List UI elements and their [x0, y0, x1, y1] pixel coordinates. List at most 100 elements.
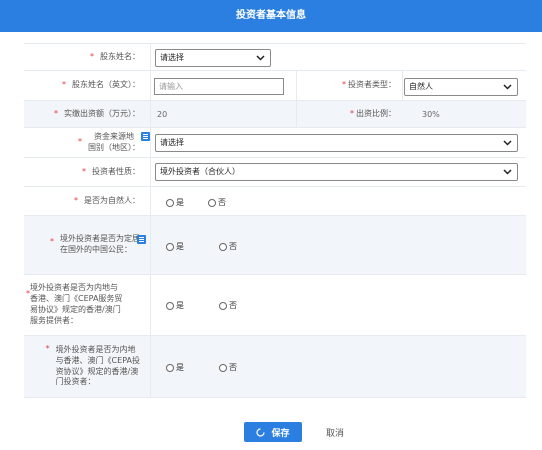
row-fund-source: * 资金来源地 国别（地区）： 请选择 — [24, 128, 526, 158]
cepa-invest-yes-radio[interactable]: 是 — [166, 362, 184, 373]
label-text: 出资比例： — [356, 108, 396, 118]
required-mark: * — [82, 166, 86, 176]
fund-source-select[interactable]: 请选择 — [155, 134, 518, 152]
radio-label: 是 — [176, 198, 184, 207]
cepa-trade-no-radio[interactable]: 否 — [219, 300, 237, 311]
row-shareholder-name-en: * 股东姓名（英文）： * 投资者类型： 自然人 — [24, 71, 526, 101]
divider — [150, 101, 151, 127]
cepa-invest-no-radio[interactable]: 否 — [219, 362, 237, 373]
divider — [150, 216, 151, 274]
label-line: 与香港、澳门《CEPA投 — [55, 355, 140, 365]
fund-source-label: * 资金来源地 国别（地区）： — [24, 128, 150, 157]
required-mark: * — [62, 80, 66, 90]
page-header: 投资者基本信息 — [0, 0, 542, 32]
save-button[interactable]: 保存 — [244, 422, 302, 442]
divider — [150, 336, 151, 397]
radio-label: 是 — [176, 242, 184, 251]
loading-icon — [256, 427, 266, 437]
radio-circle — [166, 301, 174, 310]
label-text: 境外投资者是否为内地 与香港、澳门《CEPA投 资协议》规定的香港/澳 门投资者… — [56, 345, 140, 388]
label-text: 投资者性质： — [92, 166, 140, 176]
label-line: 境外投资者是否为内地 — [55, 344, 136, 354]
label-text: 股东姓名： — [100, 51, 140, 61]
label-text: 资金来源地 国别（地区）： — [88, 132, 140, 154]
divider — [150, 158, 151, 186]
label-text: 是否为自然人： — [84, 195, 140, 205]
divider — [150, 187, 151, 215]
label-line: 资协议》规定的香港/澳 — [55, 366, 139, 376]
radio-circle — [208, 198, 216, 207]
shareholder-name-en-field[interactable] — [155, 79, 283, 94]
natural-person-yes-radio[interactable]: 是 — [166, 197, 184, 208]
cepa-trade-label: * 境外投资者是否为内地与 香港、澳门《CEPA服务贸 易协议》规定的香港/澳门… — [24, 275, 150, 335]
radio-circle — [166, 363, 174, 372]
required-mark: * — [50, 237, 54, 246]
natural-person-label: * 是否为自然人： — [24, 187, 150, 215]
cancel-button[interactable]: 取消 — [318, 422, 352, 442]
row-overseas-citizen: * 境外投资者是否为定居 在国外的中国公民： 是 否 — [24, 216, 526, 275]
select-value: 请选择 — [160, 53, 184, 62]
row-natural-person: * 是否为自然人： 是 否 — [24, 187, 526, 216]
row-cepa-invest: * 境外投资者是否为内地 与香港、澳门《CEPA投 资协议》规定的香港/澳 门投… — [24, 336, 526, 398]
select-value: 自然人 — [409, 82, 433, 91]
radio-label: 否 — [229, 242, 237, 251]
radio-circle — [166, 198, 174, 207]
radio-circle — [166, 242, 174, 251]
label-line: 香港、澳门《CEPA服务贸 — [30, 294, 123, 304]
radio-label: 是 — [176, 363, 184, 372]
cepa-trade-yes-radio[interactable]: 是 — [166, 300, 184, 311]
page-title: 投资者基本信息 — [236, 10, 306, 21]
overseas-citizen-yes-radio[interactable]: 是 — [166, 241, 184, 252]
label-line: 在国外的中国公民： — [60, 245, 132, 254]
label-line: 服务提供者： — [30, 315, 78, 325]
radio-label: 否 — [229, 301, 237, 310]
radio-circle — [219, 363, 227, 372]
label-line: 境外投资者是否为内地与 — [30, 283, 118, 293]
investor-type-select[interactable]: 自然人 — [404, 78, 518, 96]
overseas-citizen-no-radio[interactable]: 否 — [219, 241, 237, 252]
row-capital: * 实缴出资额（万元）： 20 * 出资比例： 30% — [24, 101, 526, 128]
chevron-down-icon — [256, 55, 265, 61]
capital-value: 20 — [157, 109, 168, 119]
label-text: 股东姓名（英文）： — [72, 80, 140, 90]
required-mark: * — [90, 51, 94, 61]
label-text: 实缴出资额（万元）： — [64, 108, 140, 118]
info-list-icon[interactable] — [141, 132, 150, 141]
required-mark: * — [45, 344, 50, 353]
chevron-down-icon — [503, 169, 512, 175]
label-text: 境外投资者是否为内地与 香港、澳门《CEPA服务贸 易协议》规定的香港/澳门 服… — [30, 283, 122, 326]
natural-person-no-radio[interactable]: 否 — [208, 197, 226, 208]
cepa-invest-label: * 境外投资者是否为内地 与香港、澳门《CEPA投 资协议》规定的香港/澳 门投… — [24, 336, 150, 397]
row-investor-nature: * 投资者性质： 境外投资者（合伙人） — [24, 158, 526, 187]
info-list-icon[interactable] — [137, 235, 146, 244]
label-text: 投资者类型： — [348, 80, 396, 90]
divider — [150, 44, 151, 70]
radio-label: 否 — [229, 363, 237, 372]
divider — [150, 128, 151, 157]
label-text: 境外投资者是否为定居 在国外的中国公民： — [60, 234, 140, 256]
required-mark: * — [54, 108, 58, 118]
shareholder-name-label: * 股东姓名： — [24, 44, 150, 70]
row-cepa-trade: * 境外投资者是否为内地与 香港、澳门《CEPA服务贸 易协议》规定的香港/澳门… — [24, 275, 526, 336]
radio-label: 是 — [176, 301, 184, 310]
row-shareholder-name: * 股东姓名： 请选择 — [24, 44, 526, 71]
investor-type-label: * 投资者类型： — [296, 71, 402, 100]
investor-nature-select[interactable]: 境外投资者（合伙人） — [155, 163, 518, 181]
label-line: 国别（地区）： — [88, 142, 140, 152]
shareholder-name-en-input[interactable] — [154, 78, 284, 95]
divider — [150, 275, 151, 335]
overseas-citizen-label: * 境外投资者是否为定居 在国外的中国公民： — [24, 216, 150, 274]
chevron-down-icon — [503, 140, 512, 146]
required-mark: * — [74, 195, 78, 205]
ratio-value: 30% — [422, 109, 440, 119]
label-line: 资金来源地 — [94, 131, 134, 141]
label-line: 门投资者： — [55, 377, 96, 387]
select-value: 境外投资者（合伙人） — [160, 167, 240, 176]
radio-circle — [219, 242, 227, 251]
chevron-down-icon — [503, 84, 512, 90]
label-line: 易协议》规定的香港/澳门 — [30, 305, 121, 314]
shareholder-name-en-label: * 股东姓名（英文）： — [24, 71, 150, 100]
shareholder-name-select[interactable]: 请选择 — [155, 49, 271, 67]
required-mark: * — [342, 80, 346, 90]
investor-form: * 股东姓名： 请选择 * 股东姓名（英文）： * 投资者类型： 自然人 — [24, 43, 526, 398]
